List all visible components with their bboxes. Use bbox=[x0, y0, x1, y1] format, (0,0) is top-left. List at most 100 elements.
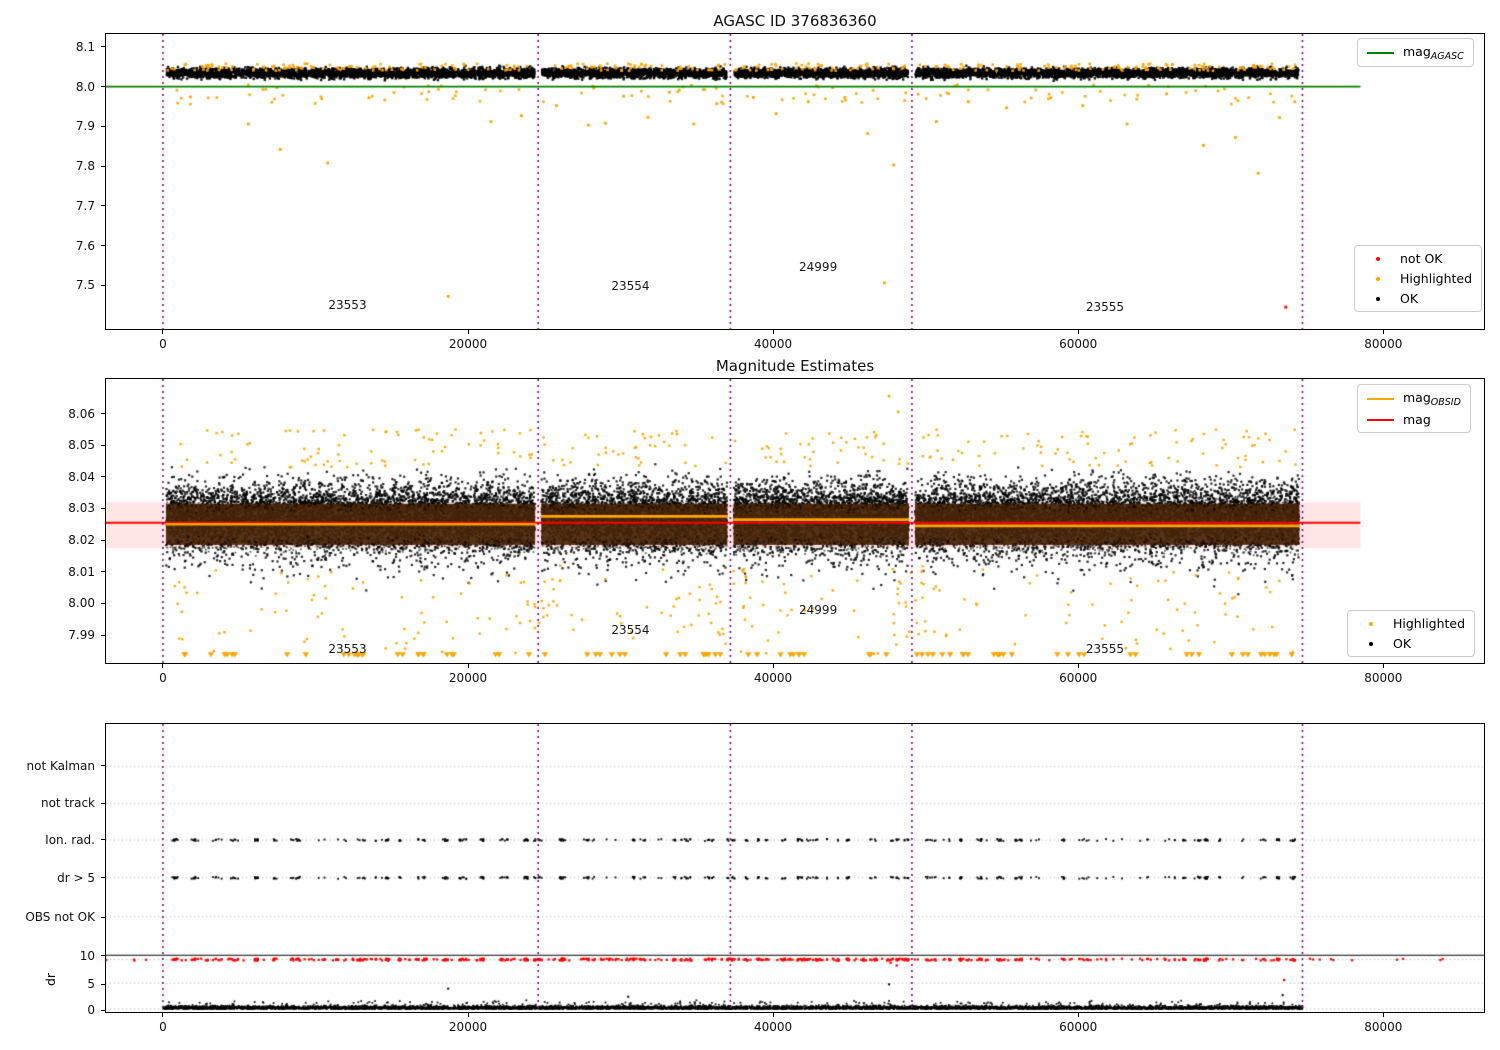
legend-dot-swatch bbox=[1364, 296, 1391, 301]
y-tick-label: 8.05 bbox=[68, 438, 95, 453]
y-tick-label: 8.06 bbox=[68, 406, 95, 421]
magnitude-estimates-canvas bbox=[106, 379, 1484, 663]
legend-entry: magOBSID bbox=[1367, 390, 1461, 408]
obsid-annotation: 23554 bbox=[611, 623, 650, 638]
flag-tick-mark bbox=[101, 765, 105, 767]
x-tick-label: 40000 bbox=[754, 337, 793, 351]
legend-entry: not OK bbox=[1364, 251, 1472, 266]
x-tick-label: 80000 bbox=[1364, 337, 1403, 351]
x-tick-mark bbox=[1382, 1013, 1384, 1017]
flag-row-label: dr > 5 bbox=[57, 870, 95, 885]
legend-dot-swatch bbox=[1364, 276, 1391, 281]
x-tick-label: 40000 bbox=[754, 671, 793, 685]
legend-entry: Highlighted bbox=[1357, 616, 1465, 631]
obsid-annotation: 23554 bbox=[611, 279, 650, 294]
legend-box: magAGASC bbox=[1357, 38, 1474, 67]
x-tick-label: 20000 bbox=[448, 337, 488, 351]
x-tick-mark bbox=[772, 664, 774, 668]
y-tick-mark bbox=[101, 476, 105, 478]
figure: AGASC ID 376836360 Magnitude Estimates d… bbox=[0, 0, 1500, 1050]
flag-tick-mark bbox=[101, 877, 105, 879]
legend-entry: OK bbox=[1364, 291, 1472, 306]
dr-tick-label: 10 bbox=[79, 948, 95, 963]
x-tick-label: 20000 bbox=[448, 1020, 488, 1034]
legend-label-subscript: AGASC bbox=[1430, 51, 1464, 62]
x-tick-mark bbox=[1382, 664, 1384, 668]
dr-tick-mark bbox=[101, 955, 105, 957]
x-tick-label: 20000 bbox=[448, 671, 488, 685]
dr-axis-label: dr bbox=[43, 972, 59, 987]
flag-row-label: OBS not OK bbox=[25, 910, 95, 924]
magnitude-estimates-plot bbox=[105, 378, 1485, 664]
y-tick-mark bbox=[101, 46, 105, 48]
legend-entry: mag bbox=[1367, 412, 1461, 427]
legend-line-swatch bbox=[1367, 397, 1394, 400]
legend-entry: OK bbox=[1357, 636, 1465, 651]
flag-row-label: not Kalman bbox=[26, 758, 95, 773]
plot2-title: Magnitude Estimates bbox=[715, 357, 875, 375]
x-tick-mark bbox=[1077, 330, 1079, 334]
x-tick-mark bbox=[1077, 1013, 1079, 1017]
x-tick-label: 40000 bbox=[754, 1020, 793, 1034]
y-tick-mark bbox=[101, 284, 105, 286]
dr-tick-label: 5 bbox=[87, 977, 95, 991]
flag-row-label: not track bbox=[40, 796, 95, 811]
y-tick-label: 7.8 bbox=[75, 159, 95, 174]
y-tick-mark bbox=[101, 539, 105, 541]
obsid-annotation: 23555 bbox=[1085, 300, 1124, 315]
x-tick-mark bbox=[162, 1013, 164, 1017]
obsid-annotation: 23555 bbox=[1085, 642, 1124, 657]
y-tick-mark bbox=[101, 86, 105, 88]
y-tick-label: 8.01 bbox=[68, 564, 95, 579]
x-tick-label: 0 bbox=[159, 1020, 167, 1034]
obsid-annotation: 24999 bbox=[799, 602, 838, 617]
y-tick-mark bbox=[101, 125, 105, 127]
legend-label: Highlighted bbox=[1400, 271, 1473, 286]
plot1-title: AGASC ID 376836360 bbox=[713, 12, 877, 30]
mag-history-plot bbox=[105, 33, 1485, 330]
y-tick-mark bbox=[101, 571, 105, 573]
x-tick-mark bbox=[1077, 664, 1079, 668]
legend-line-swatch bbox=[1367, 51, 1394, 54]
dr-tick-label: 0 bbox=[87, 1003, 95, 1018]
flags-dr-canvas bbox=[106, 724, 1484, 1012]
legend-dot-swatch bbox=[1357, 641, 1384, 646]
x-tick-label: 80000 bbox=[1364, 671, 1403, 685]
flag-tick-mark bbox=[101, 802, 105, 804]
legend-dot-swatch bbox=[1364, 256, 1391, 261]
x-tick-mark bbox=[162, 664, 164, 668]
y-tick-mark bbox=[101, 205, 105, 207]
y-tick-mark bbox=[101, 634, 105, 636]
x-tick-mark bbox=[467, 330, 469, 334]
legend-label: Highlighted bbox=[1393, 616, 1466, 631]
legend-label-subscript: OBSID bbox=[1430, 397, 1461, 408]
y-tick-mark bbox=[101, 602, 105, 604]
x-tick-label: 80000 bbox=[1364, 1020, 1403, 1034]
flag-tick-mark bbox=[101, 839, 105, 841]
y-tick-mark bbox=[101, 413, 105, 414]
x-tick-label: 60000 bbox=[1059, 337, 1098, 351]
legend-label: magOBSID bbox=[1403, 390, 1461, 408]
x-tick-mark bbox=[772, 1013, 774, 1017]
dr-tick-mark bbox=[101, 1009, 105, 1011]
obsid-annotation: 24999 bbox=[799, 259, 838, 274]
y-tick-mark bbox=[101, 507, 105, 509]
y-tick-mark bbox=[101, 444, 105, 446]
mag-history-canvas bbox=[106, 34, 1484, 329]
x-tick-mark bbox=[467, 664, 469, 668]
y-tick-label: 8.0 bbox=[75, 79, 95, 94]
flag-tick-mark bbox=[101, 916, 105, 918]
flag-row-label: Ion. rad. bbox=[45, 832, 95, 847]
legend-label: mag bbox=[1403, 412, 1431, 427]
dr-tick-mark bbox=[101, 983, 105, 985]
legend-box: not OK Highlighted OK bbox=[1354, 245, 1483, 312]
legend-label: OK bbox=[1400, 291, 1419, 306]
x-tick-label: 0 bbox=[159, 337, 167, 351]
obsid-annotation: 23553 bbox=[328, 298, 367, 313]
y-tick-label: 7.9 bbox=[75, 119, 95, 134]
y-tick-label: 7.5 bbox=[75, 278, 95, 293]
flags-dr-plot bbox=[105, 723, 1485, 1013]
x-tick-mark bbox=[772, 330, 774, 334]
y-tick-label: 8.00 bbox=[68, 596, 95, 611]
y-tick-label: 7.99 bbox=[68, 628, 95, 643]
